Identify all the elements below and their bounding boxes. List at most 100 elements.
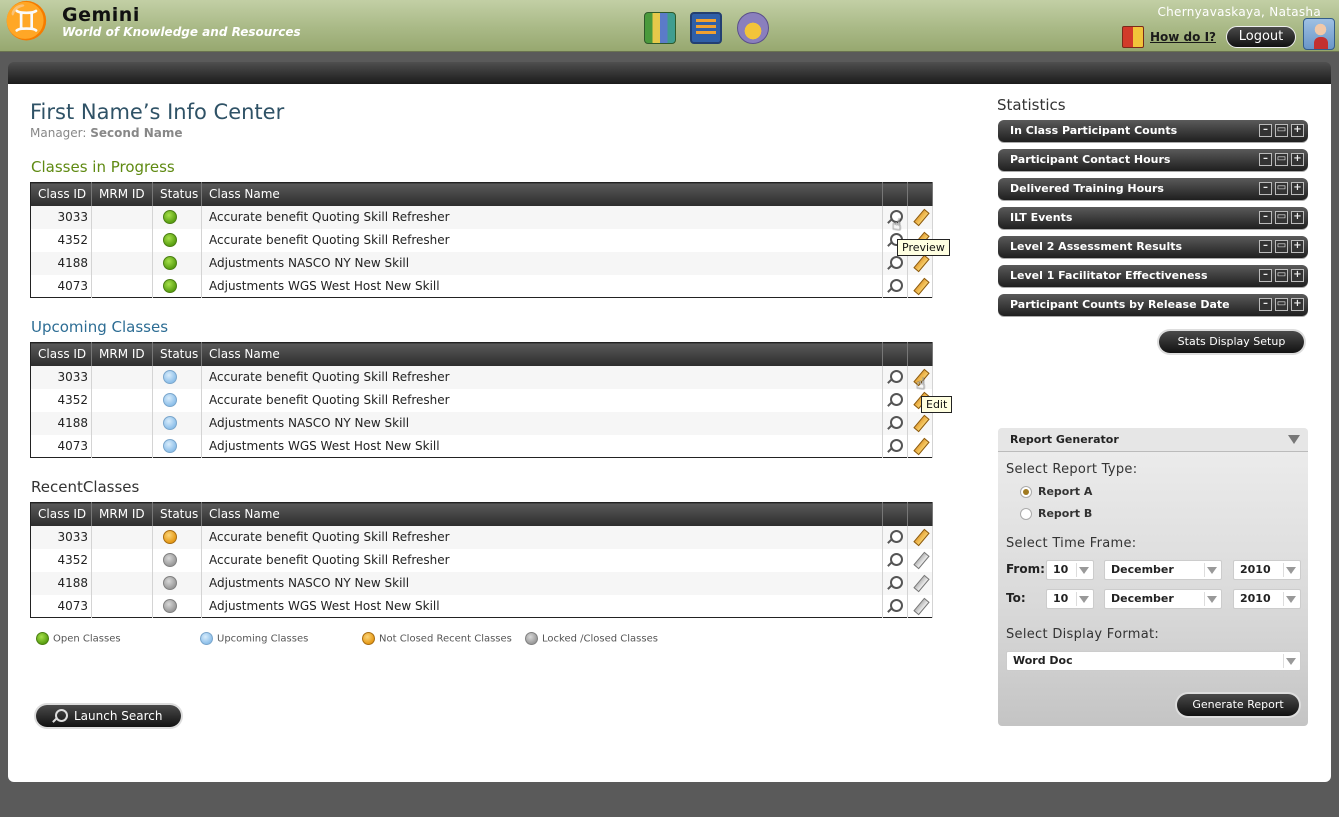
restore-icon[interactable]: ▭: [1275, 298, 1288, 311]
table-row[interactable]: 4188 Adjustments NASCO NY New Skill: [30, 251, 933, 275]
table-row[interactable]: 4352 Accurate benefit Quoting Skill Refre…: [30, 388, 933, 412]
minimize-icon[interactable]: –: [1259, 124, 1272, 137]
edit-pencil-icon[interactable]: [912, 209, 928, 225]
col-status[interactable]: Status: [152, 502, 202, 526]
report-a-radio[interactable]: [1020, 486, 1032, 498]
restore-icon[interactable]: ▭: [1275, 269, 1288, 282]
table-row[interactable]: 4188 Adjustments NASCO NY New Skill: [30, 571, 933, 595]
stat-panel-bar[interactable]: In Class Participant Counts – ▭ +: [998, 120, 1308, 142]
to-day-value: 10: [1053, 592, 1069, 605]
preview-magnifier-icon[interactable]: [887, 552, 903, 568]
report-generator-header[interactable]: Report Generator: [998, 428, 1308, 452]
to-year-select[interactable]: 2010: [1233, 589, 1301, 609]
table-row[interactable]: 4073 Adjustments WGS West Host New Skill: [30, 594, 933, 618]
expand-icon[interactable]: +: [1291, 182, 1304, 195]
how-do-i-link[interactable]: How do I?: [1150, 30, 1216, 44]
restore-icon[interactable]: ▭: [1275, 240, 1288, 253]
table-row[interactable]: 4352 Accurate benefit Quoting Skill Refre…: [30, 548, 933, 572]
restore-icon[interactable]: ▭: [1275, 182, 1288, 195]
to-day-select[interactable]: 10: [1046, 589, 1094, 609]
table-row[interactable]: 4188 Adjustments NASCO NY New Skill: [30, 411, 933, 435]
preview-magnifier-icon[interactable]: [887, 255, 903, 271]
from-month-select[interactable]: December: [1104, 560, 1222, 580]
main-panel: First Name’s Info Center Manager: Second…: [8, 84, 1331, 782]
minimize-icon[interactable]: –: [1259, 298, 1272, 311]
edit-pencil-icon[interactable]: [912, 529, 928, 545]
expand-icon[interactable]: +: [1291, 240, 1304, 253]
preview-magnifier-icon[interactable]: [887, 529, 903, 545]
expand-icon[interactable]: +: [1291, 153, 1304, 166]
stat-panel-bar[interactable]: Level 1 Facilitator Effectiveness – ▭ +: [998, 265, 1308, 287]
table-row[interactable]: 3033 Accurate benefit Quoting Skill Refre…: [30, 365, 933, 389]
gray-status-icon: [163, 576, 177, 591]
stat-panel-bar[interactable]: ILT Events – ▭ +: [998, 207, 1308, 229]
expand-icon[interactable]: +: [1291, 269, 1304, 282]
table-row[interactable]: 3033 Accurate benefit Quoting Skill Refre…: [30, 525, 933, 549]
from-day-select[interactable]: 10: [1046, 560, 1094, 580]
help-book-icon[interactable]: [1122, 26, 1144, 48]
edit-pencil-icon[interactable]: [912, 575, 928, 591]
preview-magnifier-icon[interactable]: [887, 415, 903, 431]
preview-magnifier-icon[interactable]: [887, 369, 903, 385]
expand-icon[interactable]: +: [1291, 211, 1304, 224]
preview-magnifier-icon[interactable]: [887, 598, 903, 614]
shield-icon[interactable]: [737, 12, 769, 44]
edit-cell: [907, 411, 933, 435]
stat-panel-bar[interactable]: Participant Counts by Release Date – ▭ +: [998, 294, 1308, 316]
stats-display-setup-button[interactable]: Stats Display Setup: [1159, 331, 1304, 353]
col-class-id[interactable]: Class ID: [30, 502, 92, 526]
col-mrm-id[interactable]: MRM ID: [91, 182, 153, 206]
stat-panel-bar[interactable]: Delivered Training Hours – ▭ +: [998, 178, 1308, 200]
table-row[interactable]: 4073 Adjustments WGS West Host New Skill: [30, 274, 933, 298]
edit-pencil-icon[interactable]: [912, 415, 928, 431]
minimize-icon[interactable]: –: [1259, 240, 1272, 253]
from-year-select[interactable]: 2010: [1233, 560, 1301, 580]
launch-search-button[interactable]: Launch Search: [36, 705, 181, 727]
edit-pencil-icon[interactable]: [912, 438, 928, 454]
logout-button[interactable]: Logout: [1226, 26, 1296, 48]
mrm-id-cell: [91, 548, 153, 572]
green-status-icon: [163, 233, 177, 248]
edit-pencil-icon[interactable]: [912, 255, 928, 271]
col-mrm-id[interactable]: MRM ID: [91, 502, 153, 526]
table-row[interactable]: 4073 Adjustments WGS West Host New Skill: [30, 434, 933, 458]
classes-in-progress-table: Class ID MRM ID Status Class Name 3033 Ac…: [30, 182, 933, 298]
user-avatar-icon[interactable]: [1303, 18, 1335, 50]
edit-pencil-icon[interactable]: [912, 552, 928, 568]
collapse-triangle-icon[interactable]: [1288, 435, 1300, 444]
col-mrm-id[interactable]: MRM ID: [91, 342, 153, 366]
minimize-icon[interactable]: –: [1259, 182, 1272, 195]
col-class-id[interactable]: Class ID: [30, 182, 92, 206]
expand-icon[interactable]: +: [1291, 124, 1304, 137]
table-row[interactable]: 4352 Accurate benefit Quoting Skill Refre…: [30, 228, 933, 252]
restore-icon[interactable]: ▭: [1275, 211, 1288, 224]
generate-report-button[interactable]: Generate Report: [1177, 694, 1299, 716]
preview-magnifier-icon[interactable]: [887, 278, 903, 294]
preview-magnifier-icon[interactable]: [887, 392, 903, 408]
edit-pencil-icon[interactable]: [912, 278, 928, 294]
minimize-icon[interactable]: –: [1259, 269, 1272, 282]
books-icon[interactable]: [644, 12, 676, 44]
col-class-name[interactable]: Class Name: [201, 342, 883, 366]
to-month-select[interactable]: December: [1104, 589, 1222, 609]
preview-magnifier-icon[interactable]: [887, 438, 903, 454]
report-b-radio[interactable]: [1020, 508, 1032, 520]
display-format-select[interactable]: Word Doc: [1006, 651, 1301, 671]
abacus-icon[interactable]: [690, 12, 722, 44]
hand-cursor-icon: [892, 215, 904, 234]
col-class-name[interactable]: Class Name: [201, 182, 883, 206]
col-status[interactable]: Status: [152, 342, 202, 366]
restore-icon[interactable]: ▭: [1275, 153, 1288, 166]
minimize-icon[interactable]: –: [1259, 153, 1272, 166]
stat-panel-bar[interactable]: Level 2 Assessment Results – ▭ +: [998, 236, 1308, 258]
expand-icon[interactable]: +: [1291, 298, 1304, 311]
col-class-name[interactable]: Class Name: [201, 502, 883, 526]
preview-magnifier-icon[interactable]: [887, 575, 903, 591]
stat-panel-bar[interactable]: Participant Contact Hours – ▭ +: [998, 149, 1308, 171]
col-class-id[interactable]: Class ID: [30, 342, 92, 366]
minimize-icon[interactable]: –: [1259, 211, 1272, 224]
edit-pencil-icon[interactable]: [912, 598, 928, 614]
table-row[interactable]: 3033 Accurate benefit Quoting Skill Refre…: [30, 205, 933, 229]
restore-icon[interactable]: ▭: [1275, 124, 1288, 137]
col-status[interactable]: Status: [152, 182, 202, 206]
